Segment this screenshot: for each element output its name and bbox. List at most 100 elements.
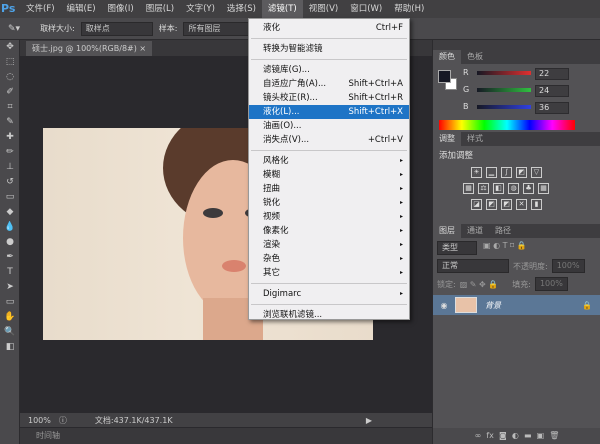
healing-tool-icon[interactable]: ✚ <box>0 130 20 145</box>
menu-item-adaptive-wide-angle[interactable]: 自适应广角(A)...Shift+Ctrl+A <box>249 77 409 91</box>
layer-row-background[interactable]: ◉ 背景 🔒 <box>433 295 600 315</box>
menu-item-oil-paint[interactable]: 油画(O)... <box>249 119 409 133</box>
fill-input[interactable]: 100% <box>535 277 568 291</box>
tab-adjustments[interactable]: 调整 <box>433 132 461 146</box>
menu-item-video[interactable]: 视频▸ <box>249 210 409 224</box>
layer-style-icon[interactable]: fx <box>486 431 494 440</box>
layer-name[interactable]: 背景 <box>485 300 501 311</box>
menu-item-last-filter[interactable]: 液化Ctrl+F <box>249 21 409 35</box>
red-value[interactable]: 22 <box>535 68 569 80</box>
menu-item-sharpen[interactable]: 锐化▸ <box>249 196 409 210</box>
foreground-color-swatch[interactable] <box>438 70 451 83</box>
color-balance-icon[interactable]: ⚖ <box>478 183 489 194</box>
menu-item-noise[interactable]: 杂色▸ <box>249 252 409 266</box>
menu-item-vanishing-point[interactable]: 消失点(V)...+Ctrl+V <box>249 133 409 147</box>
lasso-tool-icon[interactable]: ◌ <box>0 70 20 85</box>
document-tab[interactable]: 硕士.jpg @ 100%(RGB/8#) × <box>26 41 152 56</box>
menu-item-browse-online[interactable]: 浏览联机滤镜... <box>249 308 409 322</box>
blend-mode-select[interactable]: 正常 <box>437 259 509 273</box>
blue-slider[interactable] <box>477 105 531 109</box>
posterize-icon[interactable]: ◩ <box>486 199 497 210</box>
photo-filter-icon[interactable]: ◍ <box>508 183 519 194</box>
menu-item-filter-gallery[interactable]: 滤镜库(G)... <box>249 63 409 77</box>
gradient-map-icon[interactable]: ▮ <box>531 199 542 210</box>
tab-color[interactable]: 颜色 <box>433 50 461 64</box>
link-layers-icon[interactable]: ∞ <box>475 431 482 440</box>
type-tool-icon[interactable]: T <box>0 265 20 280</box>
menu-item-smart-filter[interactable]: 转换为智能滤镜 <box>249 42 409 56</box>
add-mask-icon[interactable]: ◙ <box>499 431 507 440</box>
status-menu-arrow-icon[interactable]: ▶ <box>366 416 372 425</box>
move-tool-icon[interactable]: ✥ <box>0 40 20 55</box>
delete-layer-icon[interactable]: 🗑 <box>549 431 559 440</box>
close-tab-icon[interactable]: × <box>139 44 146 53</box>
timeline-bar[interactable]: 时间轴 <box>20 428 432 444</box>
pen-tool-icon[interactable]: ✒ <box>0 250 20 265</box>
tab-styles[interactable]: 样式 <box>461 132 489 146</box>
menu-item-distort[interactable]: 扭曲▸ <box>249 182 409 196</box>
selective-color-icon[interactable]: ✕ <box>516 199 527 210</box>
curves-icon[interactable]: ∫ <box>501 167 512 178</box>
menu-item-other[interactable]: 其它▸ <box>249 266 409 280</box>
shape-tool-icon[interactable]: ▭ <box>0 295 20 310</box>
menu-filter[interactable]: 滤镜(T) <box>262 0 303 18</box>
blue-value[interactable]: 36 <box>535 102 569 114</box>
menu-layer[interactable]: 图层(L) <box>140 0 180 18</box>
zoom-level[interactable]: 100% <box>28 416 51 425</box>
color-lookup-icon[interactable]: ▦ <box>538 183 549 194</box>
menu-item-blur[interactable]: 模糊▸ <box>249 168 409 182</box>
levels-icon[interactable]: ▁ <box>486 167 497 178</box>
vibrance-icon[interactable]: ▽ <box>531 167 542 178</box>
tab-swatches[interactable]: 色板 <box>461 50 489 64</box>
menu-item-lens-correction[interactable]: 镜头校正(R)...Shift+Ctrl+R <box>249 91 409 105</box>
stamp-tool-icon[interactable]: ⊥ <box>0 160 20 175</box>
menu-item-digimarc[interactable]: Digimarc▸ <box>249 287 409 301</box>
menu-edit[interactable]: 编辑(E) <box>61 0 102 18</box>
tab-channels[interactable]: 通道 <box>461 224 489 238</box>
brightness-icon[interactable]: ☀ <box>471 167 482 178</box>
menu-image[interactable]: 图像(I) <box>102 0 140 18</box>
menu-help[interactable]: 帮助(H) <box>388 0 430 18</box>
status-info-icon[interactable]: ⓘ <box>59 415 67 426</box>
threshold-icon[interactable]: ◩ <box>501 199 512 210</box>
new-layer-icon[interactable]: ▣ <box>537 431 545 440</box>
menu-file[interactable]: 文件(F) <box>20 0 61 18</box>
paint-bucket-icon[interactable]: ◆ <box>0 205 20 220</box>
hand-tool-icon[interactable]: ✋ <box>0 310 20 325</box>
menu-type[interactable]: 文字(Y) <box>180 0 221 18</box>
green-slider[interactable] <box>477 88 531 92</box>
menu-item-render[interactable]: 渲染▸ <box>249 238 409 252</box>
menu-item-liquify[interactable]: 液化(L)...Shift+Ctrl+X <box>249 105 409 119</box>
color-spectrum[interactable] <box>439 120 575 130</box>
exposure-icon[interactable]: ◩ <box>516 167 527 178</box>
new-adjustment-icon[interactable]: ◐ <box>512 431 519 440</box>
sample-size-select[interactable]: 取样点 <box>81 22 153 36</box>
tab-layers[interactable]: 图层 <box>433 224 461 238</box>
menu-item-stylize[interactable]: 风格化▸ <box>249 154 409 168</box>
tab-paths[interactable]: 路径 <box>489 224 517 238</box>
lock-icons[interactable]: ▨ ✎ ✥ 🔒 <box>460 280 499 289</box>
blur-tool-icon[interactable]: 💧 <box>0 220 20 235</box>
path-select-icon[interactable]: ➤ <box>0 280 20 295</box>
history-brush-icon[interactable]: ↺ <box>0 175 20 190</box>
invert-icon[interactable]: ◪ <box>471 199 482 210</box>
dodge-tool-icon[interactable]: ● <box>0 235 20 250</box>
black-white-icon[interactable]: ◧ <box>493 183 504 194</box>
fg-bg-color-icon[interactable]: ◧ <box>0 340 20 355</box>
red-slider[interactable] <box>477 71 531 75</box>
layer-filter-icons[interactable]: ▣ ◐ T ⌑ 🔒 <box>483 241 527 255</box>
eyedropper-icon[interactable]: ✎▾ <box>8 24 20 34</box>
panel-collapse-bar[interactable] <box>433 40 600 50</box>
visibility-eye-icon[interactable]: ◉ <box>433 301 455 310</box>
zoom-tool-icon[interactable]: 🔍 <box>0 325 20 340</box>
new-group-icon[interactable]: ▬ <box>524 431 532 440</box>
hue-saturation-icon[interactable]: ▦ <box>463 183 474 194</box>
menu-window[interactable]: 窗口(W) <box>344 0 388 18</box>
menu-view[interactable]: 视图(V) <box>303 0 344 18</box>
eraser-tool-icon[interactable]: ▭ <box>0 190 20 205</box>
quick-select-tool-icon[interactable]: ✐ <box>0 85 20 100</box>
marquee-tool-icon[interactable]: ⬚ <box>0 55 20 70</box>
menu-select[interactable]: 选择(S) <box>221 0 262 18</box>
sample-select[interactable]: 所有图层 <box>183 22 253 36</box>
brush-tool-icon[interactable]: ✏ <box>0 145 20 160</box>
